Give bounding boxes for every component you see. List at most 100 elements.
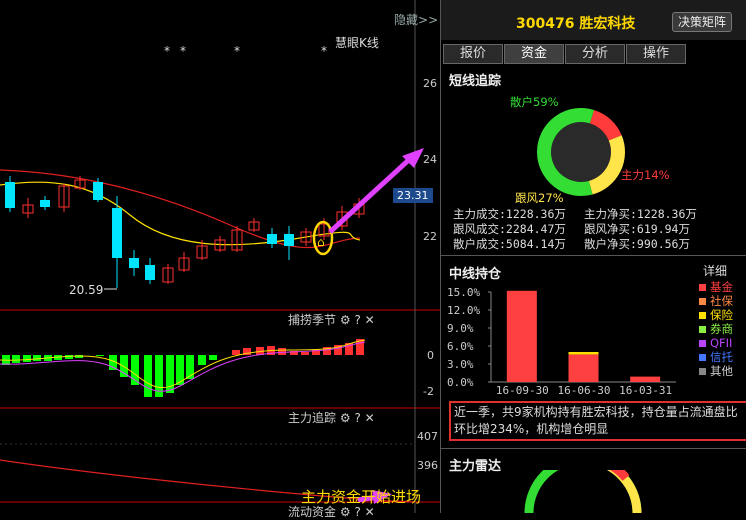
- tab-quote[interactable]: 报价: [443, 44, 503, 64]
- star-mark: *: [234, 44, 240, 58]
- stock-name: 胜宏科技: [579, 16, 636, 32]
- indicator1-title: 捕捞季节: [288, 313, 337, 327]
- indicator1-controls: 捕捞季节 ⚙ ? ✕: [288, 311, 375, 328]
- donut-label-main: 主力14%: [621, 168, 670, 182]
- star-mark: *: [164, 44, 170, 58]
- institution-legend: 基金 社保 保险 券商 QFII 信托 其他: [699, 280, 733, 378]
- indicator1-bar: [232, 350, 240, 355]
- indicator1-bar: [96, 355, 104, 356]
- close-icon[interactable]: ✕: [365, 411, 375, 425]
- legend-label: QFII: [710, 336, 733, 350]
- candle: [267, 228, 277, 248]
- candle: [112, 196, 122, 288]
- stat-cell: 跟风净买:619.94万: [584, 222, 690, 236]
- decision-matrix-button[interactable]: 决策矩阵: [672, 12, 732, 32]
- kline-chart-area[interactable]: ⌂ 隐藏>> 慧眼K线 * * * * 26 24 22 23.31 20.59…: [0, 0, 440, 519]
- indicator1-bar: [209, 355, 217, 360]
- institution-note: 近一季，共9家机构持有胜宏科技，持仓量占流通盘比环比增234%，机构增仓明显: [449, 401, 746, 441]
- help-icon[interactable]: ?: [354, 313, 360, 327]
- indicator1-axis-tick: 0: [427, 349, 434, 362]
- candle: [145, 258, 155, 284]
- candle: [58, 184, 70, 212]
- section-divider: [441, 255, 746, 256]
- tab-operation[interactable]: 操作: [626, 44, 686, 64]
- legend-swatch: [699, 354, 706, 361]
- radar-gauge: [524, 470, 642, 513]
- short-term-donut: [537, 108, 625, 196]
- stock-title: 300476 胜宏科技: [516, 13, 635, 33]
- fund-flow-panel: 300476 胜宏科技 决策矩阵 报价 资金 分析 操作 短线追踪 散户59% …: [440, 0, 746, 513]
- section-divider: [441, 448, 746, 449]
- x-tick-label: 16-09-30: [496, 384, 549, 397]
- y-tick-label: 9.0%: [447, 322, 474, 335]
- x-tick-label: 16-03-31: [619, 384, 672, 397]
- gear-icon[interactable]: ⚙: [340, 313, 351, 327]
- holding-bar: [630, 376, 661, 382]
- holding-bar: [506, 290, 537, 382]
- star-mark: *: [321, 44, 327, 58]
- close-icon[interactable]: ✕: [365, 313, 375, 327]
- indicator1-bar: [144, 355, 152, 397]
- stock-code: 300476: [516, 16, 575, 32]
- y-tick-label: 6.0%: [447, 340, 474, 353]
- indicator1-bar: [33, 355, 41, 361]
- legend-item: 券商: [699, 322, 733, 336]
- indicator2-title: 主力追踪: [288, 411, 337, 425]
- legend-item: 社保: [699, 294, 733, 308]
- indicator1-bar: [198, 355, 206, 365]
- legend-item: 其他: [699, 364, 733, 378]
- legend-item: 保险: [699, 308, 733, 322]
- stat-cell: 散户净买:990.56万: [584, 237, 690, 251]
- price-axis-tick: 24: [423, 153, 437, 166]
- star-mark: *: [180, 44, 186, 58]
- indicator2-axis-tick: 407: [417, 430, 438, 443]
- donut-label-retail: 散户59%: [510, 95, 559, 109]
- candle: [178, 252, 190, 272]
- kline-chart-canvas[interactable]: ⌂: [0, 0, 440, 513]
- legend-swatch: [699, 312, 706, 319]
- indicator1-bar: [301, 352, 309, 355]
- indicator3-title: 流动资金: [288, 505, 337, 519]
- gear-icon[interactable]: ⚙: [340, 411, 351, 425]
- candle: [231, 226, 243, 252]
- price-axis-tick: 22: [423, 230, 437, 243]
- detail-link[interactable]: 详细: [703, 262, 727, 279]
- stat-cell: 主力净买:1228.36万: [584, 207, 697, 221]
- current-price-flag: 23.31: [393, 188, 433, 203]
- price-axis-tick: 26: [423, 77, 437, 90]
- legend-label: 保险: [710, 308, 733, 322]
- panel-header: 300476 胜宏科技 决策矩阵: [441, 0, 746, 40]
- candle: [284, 226, 294, 260]
- hide-label[interactable]: 隐藏: [394, 13, 418, 27]
- hide-panel-link[interactable]: 隐藏>>: [394, 11, 438, 28]
- signal-house-icon: ⌂: [317, 235, 325, 249]
- legend-label: 社保: [710, 294, 733, 308]
- indicator1-bar: [278, 348, 286, 355]
- donut-center: [551, 122, 611, 182]
- short-term-stats: 主力成交:1228.36万 主力净买:1228.36万 跟风成交:2284.47万…: [453, 206, 743, 251]
- double-chevron-right-icon[interactable]: >>: [418, 13, 438, 27]
- close-icon[interactable]: ✕: [365, 505, 375, 519]
- indicator1-bar: [12, 355, 20, 363]
- help-icon[interactable]: ?: [354, 505, 360, 519]
- stat-cell: 散户成交:5084.14万: [453, 237, 566, 251]
- legend-swatch: [699, 368, 706, 375]
- tab-analysis[interactable]: 分析: [565, 44, 625, 64]
- gear-icon[interactable]: ⚙: [340, 505, 351, 519]
- legend-label: 基金: [710, 280, 733, 294]
- indicator2-controls: 主力追踪 ⚙ ? ✕: [288, 409, 375, 426]
- stat-cell: 跟风成交:2284.47万: [453, 222, 566, 236]
- holding-bar: [568, 354, 599, 382]
- candle: [22, 198, 34, 218]
- candle: [40, 196, 50, 210]
- legend-swatch: [699, 340, 706, 347]
- indicator1-axis-tick: -2: [423, 385, 434, 398]
- indicator2-axis-tick: 396: [417, 459, 438, 472]
- holding-bar: [568, 352, 599, 355]
- y-tick-label: 15.0%: [447, 286, 480, 299]
- tab-funds[interactable]: 资金: [504, 44, 564, 64]
- legend-label: 其他: [710, 364, 733, 378]
- help-icon[interactable]: ?: [354, 411, 360, 425]
- y-tick-label: 12.0%: [447, 304, 480, 317]
- indicator1-bar: [23, 355, 31, 362]
